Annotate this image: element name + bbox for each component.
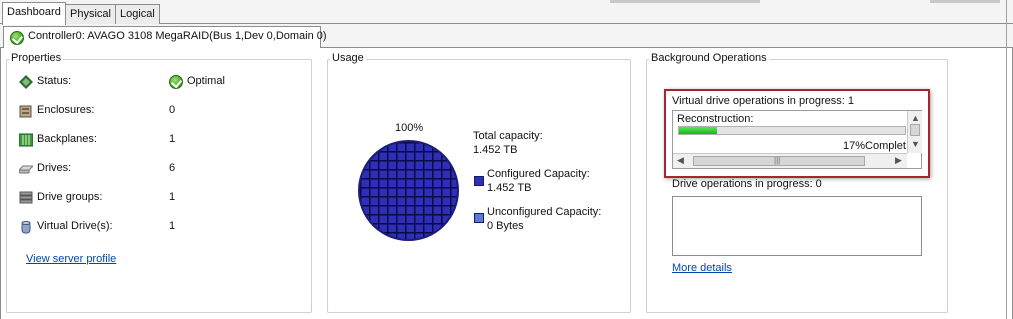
tab-dashboard[interactable]: Dashboard [2,2,66,25]
vertical-scrollbar[interactable]: ▲ ▼ [907,111,922,153]
reconstruction-progress-bar [678,126,906,135]
window-edge [1006,0,1007,319]
operation-name-label: Reconstruction: [677,113,754,125]
drive-icon [19,165,33,174]
configured-capacity-value: 1.452 TB [487,182,532,194]
vscroll-thumb[interactable] [910,124,920,136]
background-operations-title: Background Operations [649,52,769,64]
background-operations-group: Background Operations Virtual drive oper… [646,52,948,313]
scroll-left-icon[interactable]: ◀ [677,156,684,165]
optimal-check-icon [169,75,183,89]
ok-check-icon [10,31,24,45]
drives-row: Drives: 6 [19,161,219,177]
grip-icon: ||| [774,156,781,165]
status-row: Status: Optimal [19,74,225,90]
progress-fill [679,127,718,134]
backplane-icon [19,133,33,147]
controller-tab-label: Controller0: AVAGO 3108 MegaRAID(Bus 1,D… [28,30,327,42]
unconfigured-capacity-label: Unconfigured Capacity: [487,206,602,218]
controller-tab-strip: Controller0: AVAGO 3108 MegaRAID(Bus 1,D… [0,24,1013,48]
tab-label: Logical [120,8,155,20]
drive-groups-value: 1 [169,191,176,203]
total-capacity-label: Total capacity: [473,130,543,142]
toolbar-remnant [930,0,1000,3]
dashboard-content: Properties Status: Optimal Enclosures: 0… [0,48,1013,319]
configured-legend-swatch [474,176,484,186]
status-value: Optimal [187,75,225,87]
configured-capacity-label: Configured Capacity: [487,168,590,180]
unconfigured-capacity-value: 0 Bytes [487,220,524,232]
backplanes-label: Backplanes: [37,133,97,145]
virtual-drives-row: Virtual Drive(s): 1 [19,219,219,235]
backplanes-row: Backplanes: 1 [19,132,219,148]
scroll-down-icon[interactable]: ▼ [911,140,920,149]
drives-value: 6 [169,162,176,174]
virtual-drives-label: Virtual Drive(s): [37,220,113,232]
horizontal-scrollbar[interactable]: ◀ ||| ▶ [673,153,907,168]
total-capacity-value: 1.452 TB [473,144,518,156]
more-details-link[interactable]: More details [672,262,732,274]
main-tab-strip: Dashboard Physical Logical [0,0,1013,25]
drive-operations-list[interactable] [672,196,922,256]
tab-label: Dashboard [7,6,61,18]
scroll-right-icon[interactable]: ▶ [895,156,902,165]
virtual-drive-icon [21,221,31,234]
usage-title: Usage [330,52,366,64]
vd-operations-list[interactable]: Reconstruction: 17%Complet ▲ ▼ ◀ ||| ▶ [672,110,922,169]
pie-percent-label: 100% [395,122,424,134]
vd-operations-label: Virtual drive operations in progress: 1 [672,95,855,107]
status-label: Status: [37,75,72,87]
progress-percent-text: 17%Complet [843,140,906,152]
backplanes-value: 1 [169,133,176,145]
drive-groups-row: Drive groups: 1 [19,190,219,206]
enclosures-label: Enclosures: [37,104,95,116]
unconfigured-legend-swatch [474,213,484,223]
tab-controller0[interactable]: Controller0: AVAGO 3108 MegaRAID(Bus 1,D… [3,26,327,48]
capacity-pie-chart [358,140,459,241]
tab-label: Physical [70,8,111,20]
enclosure-icon [19,105,32,118]
usage-group: Usage 100% Total capacity: 1.452 TB Conf… [327,52,631,313]
hscroll-thumb[interactable]: ||| [693,156,865,166]
properties-group: Properties Status: Optimal Enclosures: 0… [6,52,312,313]
view-server-profile-link[interactable]: View server profile [26,253,116,265]
status-diamond-icon [19,75,33,89]
enclosures-value: 0 [169,104,176,116]
tab-physical[interactable]: Physical [65,4,116,24]
toolbar-remnant [610,0,760,3]
drive-groups-label: Drive groups: [37,191,103,203]
tab-logical[interactable]: Logical [115,4,160,24]
scroll-up-icon[interactable]: ▲ [911,114,920,123]
drives-label: Drives: [37,162,72,174]
drive-group-icon [19,191,33,204]
enclosures-row: Enclosures: 0 [19,103,219,119]
drive-operations-label: Drive operations in progress: 0 [672,178,822,190]
virtual-drives-value: 1 [169,220,176,232]
properties-title: Properties [9,52,64,64]
